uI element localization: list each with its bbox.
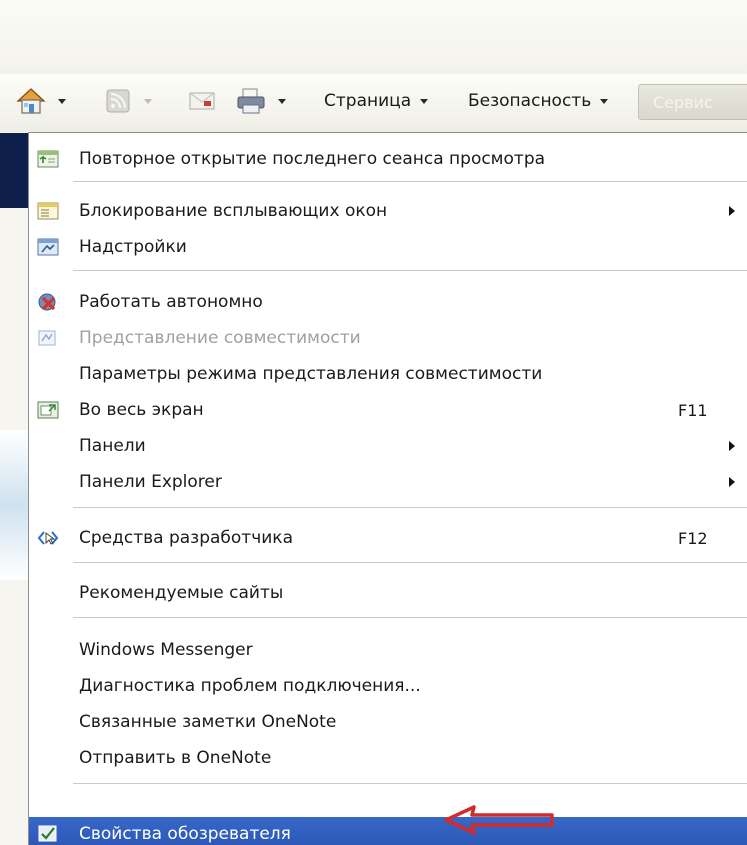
home-button[interactable] <box>14 86 66 116</box>
submenu-arrow-icon <box>729 477 735 487</box>
tools-menu-button[interactable]: Сервис <box>638 84 747 120</box>
page-menu-button[interactable]: Страница <box>324 86 429 116</box>
menu-separator <box>73 270 747 271</box>
menu-item-internet-options[interactable]: Свойства обозревателя <box>29 817 747 845</box>
menu-item-suggested-sites[interactable]: Рекомендуемые сайты <box>29 577 747 609</box>
menu-item-explorer-bars[interactable]: Панели Explorer <box>29 466 747 498</box>
menu-item-compatibility-view[interactable]: Представление совместимости <box>29 322 747 354</box>
menu-item-label: Параметры режима представления совместим… <box>79 364 543 384</box>
menu-item-label: Надстройки <box>79 237 187 257</box>
page-content-edge <box>0 430 30 580</box>
menu-item-label: Диагностика проблем подключения... <box>79 676 421 696</box>
menu-item-label: Средства разработчика <box>79 528 293 548</box>
page-content-edge <box>0 133 30 208</box>
home-dropdown-arrow-icon[interactable] <box>58 98 66 104</box>
menu-item-label: Представление совместимости <box>79 328 361 348</box>
menu-separator <box>73 617 747 618</box>
reopen-session-icon <box>37 150 59 168</box>
menu-item-label: Блокирование всплывающих окон <box>79 201 388 221</box>
shortcut-label: F12 <box>678 528 708 548</box>
shortcut-label: F11 <box>678 400 708 420</box>
menu-item-label: Панели <box>79 436 146 456</box>
menu-item-label: Рекомендуемые сайты <box>79 583 284 603</box>
screenshot: Страница Безопасность Сервис Повторное о… <box>0 0 747 845</box>
menu-item-toolbars[interactable]: Панели <box>29 430 747 462</box>
menu-item-label: Повторное открытие последнего сеанса про… <box>79 149 546 169</box>
feeds-dropdown-arrow-icon[interactable] <box>144 98 152 104</box>
menu-item-developer-tools[interactable]: Средства разработчика F12 <box>29 522 747 554</box>
compatibility-view-icon <box>38 330 56 346</box>
chevron-down-icon <box>420 98 429 104</box>
printer-icon <box>237 88 265 114</box>
safety-menu-label: Безопасность <box>468 91 592 111</box>
menu-item-label: Во весь экран <box>79 400 204 420</box>
print-dropdown-arrow-icon[interactable] <box>278 98 286 104</box>
menu-separator <box>73 562 747 563</box>
menu-separator <box>73 783 747 784</box>
menu-item-label: Свойства обозревателя <box>79 824 291 844</box>
menu-item-send-to-onenote[interactable]: Отправить в OneNote <box>29 742 747 774</box>
tools-menu-label: Сервис <box>653 92 713 112</box>
page-menu-label: Страница <box>324 91 412 111</box>
tools-dropdown-menu: Повторное открытие последнего сеанса про… <box>28 132 747 845</box>
menu-item-compatibility-view-settings[interactable]: Параметры режима представления совместим… <box>29 358 747 390</box>
menu-separator <box>73 507 747 508</box>
work-offline-icon <box>38 293 56 311</box>
fullscreen-icon <box>37 401 59 419</box>
menu-item-label: Панели Explorer <box>79 472 222 492</box>
menu-item-label: Работать автономно <box>79 292 263 312</box>
annotation-arrow-icon <box>444 805 554 835</box>
mail-button[interactable] <box>187 86 217 116</box>
popup-blocker-icon <box>37 202 59 220</box>
menu-item-label: Windows Messenger <box>79 640 253 660</box>
menu-item-windows-messenger[interactable]: Windows Messenger <box>29 634 747 666</box>
menu-item-label: Отправить в OneNote <box>79 748 272 768</box>
print-button[interactable] <box>234 86 286 116</box>
window-top-area <box>0 0 747 75</box>
internet-options-icon <box>38 825 57 842</box>
menu-item-popup-blocker[interactable]: Блокирование всплывающих окон <box>29 195 747 227</box>
command-bar: Страница Безопасность Сервис <box>0 74 747 132</box>
menu-item-diagnose-connection[interactable]: Диагностика проблем подключения... <box>29 670 747 702</box>
developer-tools-icon <box>37 531 59 545</box>
submenu-arrow-icon <box>729 441 735 451</box>
submenu-arrow-icon <box>729 206 735 216</box>
menu-separator <box>73 181 747 182</box>
chevron-down-icon <box>600 98 609 104</box>
menu-item-label: Связанные заметки OneNote <box>79 712 337 732</box>
rss-feed-icon <box>106 89 130 113</box>
feeds-button[interactable] <box>104 86 152 116</box>
menu-item-full-screen[interactable]: Во весь экран F11 <box>29 394 747 426</box>
safety-menu-button[interactable]: Безопасность <box>468 86 609 116</box>
add-ons-icon <box>37 238 59 256</box>
menu-item-reopen-last-session[interactable]: Повторное открытие последнего сеанса про… <box>29 143 747 175</box>
menu-item-onenote-linked-notes[interactable]: Связанные заметки OneNote <box>29 706 747 738</box>
mail-icon <box>189 92 215 110</box>
menu-item-work-offline[interactable]: Работать автономно <box>29 286 747 318</box>
home-icon <box>16 88 46 114</box>
menu-item-add-ons[interactable]: Надстройки <box>29 231 747 263</box>
